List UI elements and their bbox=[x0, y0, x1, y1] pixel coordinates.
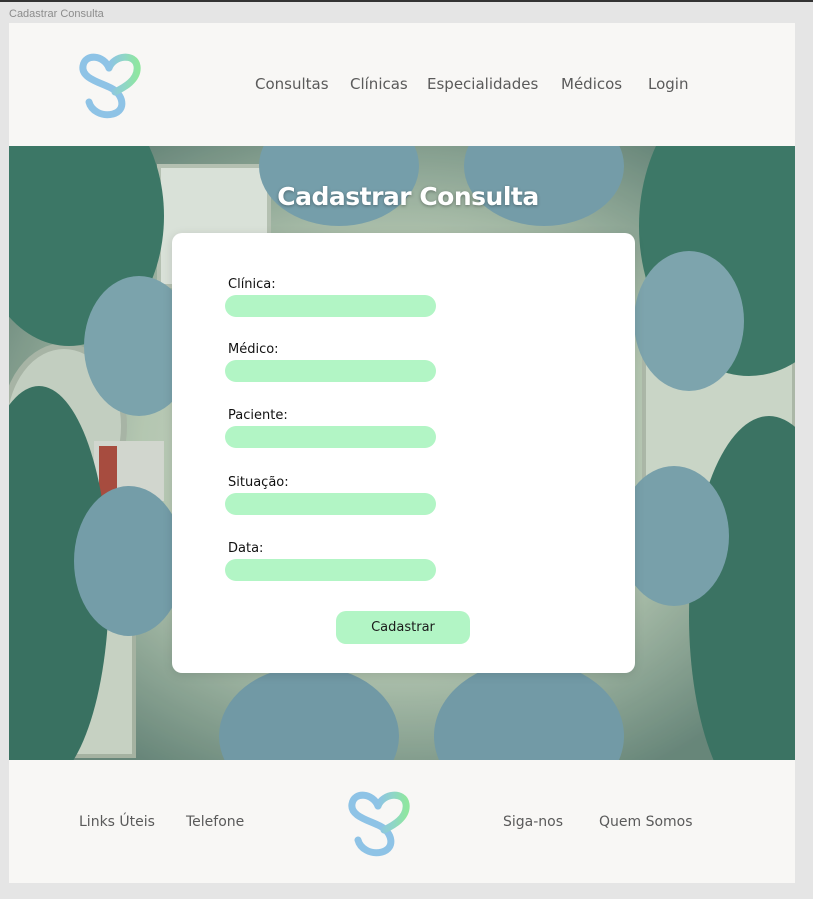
clinica-field-group: Clínica: bbox=[225, 276, 440, 317]
data-field-group: Data: bbox=[225, 540, 440, 581]
paciente-label: Paciente: bbox=[228, 408, 288, 423]
consulta-form: Clínica: Médico: Paciente: Situação: Dat… bbox=[172, 233, 635, 673]
situacao-label: Situação: bbox=[228, 475, 289, 490]
cadastrar-button[interactable]: Cadastrar bbox=[336, 611, 470, 644]
nav-login[interactable]: Login bbox=[648, 75, 688, 93]
site-header: Consultas Clínicas Especialidades Médico… bbox=[9, 23, 795, 146]
data-input[interactable] bbox=[225, 559, 436, 581]
heart-s-logo-icon[interactable] bbox=[346, 788, 412, 858]
window-top-border bbox=[0, 0, 813, 2]
situacao-input[interactable] bbox=[225, 493, 436, 515]
medico-input[interactable] bbox=[225, 360, 436, 382]
page-title: Cadastrar Consulta bbox=[277, 182, 539, 211]
paciente-input[interactable] bbox=[225, 426, 436, 448]
main-nav: Consultas Clínicas Especialidades Médico… bbox=[9, 75, 795, 97]
situacao-field-group: Situação: bbox=[225, 474, 440, 515]
artboard-title: Cadastrar Consulta bbox=[9, 8, 104, 20]
clinica-input[interactable] bbox=[225, 295, 436, 317]
site-footer: Links Úteis Telefone Siga-nos Quem Somos bbox=[9, 760, 795, 883]
nav-clinicas[interactable]: Clínicas bbox=[350, 75, 408, 93]
data-label: Data: bbox=[228, 541, 264, 556]
hero-section: Cadastrar Consulta Clínica: Médico: Paci… bbox=[9, 146, 795, 760]
paciente-field-group: Paciente: bbox=[225, 407, 440, 448]
footer-quem-somos[interactable]: Quem Somos bbox=[599, 814, 693, 830]
nav-consultas[interactable]: Consultas bbox=[255, 75, 329, 93]
footer-links-uteis[interactable]: Links Úteis bbox=[79, 814, 155, 830]
footer-siga-nos[interactable]: Siga-nos bbox=[503, 814, 563, 830]
nav-especialidades[interactable]: Especialidades bbox=[427, 75, 538, 93]
medico-field-group: Médico: bbox=[225, 341, 440, 382]
nav-medicos[interactable]: Médicos bbox=[561, 75, 622, 93]
medico-label: Médico: bbox=[228, 342, 279, 357]
clinica-label: Clínica: bbox=[228, 277, 276, 292]
footer-telefone[interactable]: Telefone bbox=[186, 814, 244, 830]
page-artboard: Consultas Clínicas Especialidades Médico… bbox=[9, 23, 795, 883]
